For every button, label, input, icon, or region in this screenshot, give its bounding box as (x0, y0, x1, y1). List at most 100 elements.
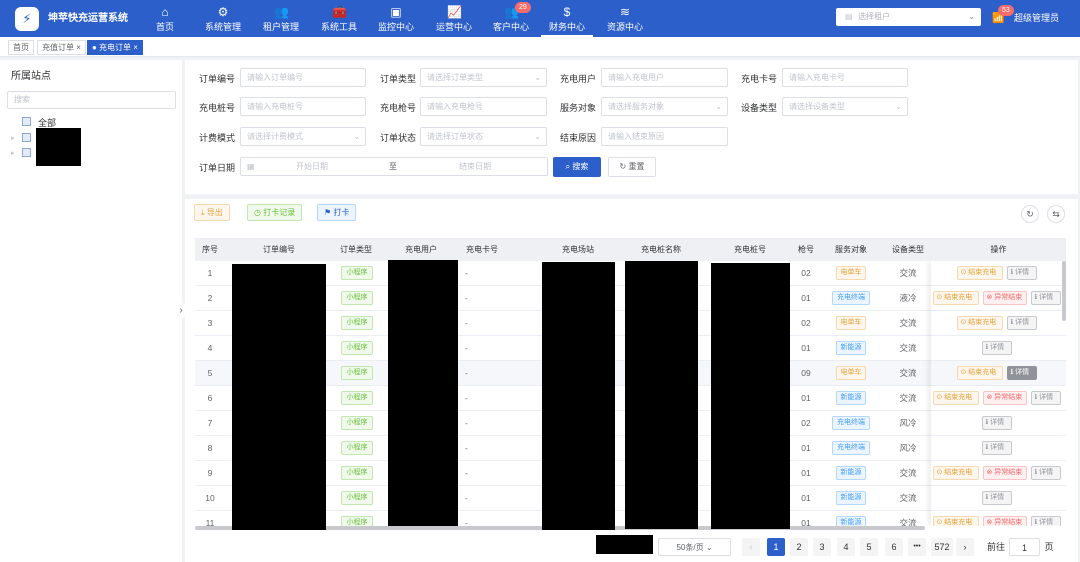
columns-toggle-icon[interactable]: ⇆ (1047, 205, 1065, 223)
next-page-button[interactable]: › (956, 538, 974, 556)
toolbox-icon: 🧰 (332, 5, 347, 19)
page-button[interactable]: 3 (813, 538, 831, 556)
card-no-cell: - (465, 368, 468, 378)
detail-button[interactable]: ℹ 详情 (1030, 466, 1061, 480)
building-icon (22, 117, 31, 126)
search-button-label: 搜索 (572, 162, 589, 171)
nav-item[interactable]: 👥 客户中心 29 (485, 0, 537, 37)
order-type-tag: 小程序 (341, 516, 373, 526)
goto-page-input[interactable]: 1 (1009, 538, 1040, 556)
detail-button[interactable]: ℹ 详情 (1006, 316, 1037, 330)
tree-expand-icon[interactable]: ▸ (11, 134, 15, 142)
nav-item-label: 系统工具 (320, 22, 357, 32)
card-no-cell: - (465, 493, 468, 503)
end-charging-button[interactable]: ⊙ 结束充电 (956, 316, 1003, 330)
service-tag: 电单车 (836, 316, 866, 330)
nav-item-label: 财务中心 (548, 22, 585, 32)
detail-button[interactable]: ℹ 详情 (981, 416, 1012, 430)
order-type-select[interactable]: 请选择订单类型 ⌄ (420, 68, 547, 87)
charging-user-input[interactable]: 请输入充电用户 (601, 68, 728, 87)
detail-button[interactable]: ℹ 详情 (1006, 366, 1037, 380)
home-icon: ⌂ (161, 5, 169, 19)
end-charging-button[interactable]: ⊙ 结束充电 (932, 466, 979, 480)
prev-page-button[interactable]: ‹ (742, 538, 760, 556)
nav-item[interactable]: 🧰 系统工具 (313, 0, 365, 37)
detail-button[interactable]: ℹ 详情 (1030, 516, 1061, 526)
order-type-tag: 小程序 (341, 316, 373, 330)
end-charging-button[interactable]: ⊙ 结束充电 (932, 516, 979, 526)
user-menu[interactable]: 超级管理员 (1014, 0, 1059, 37)
page-button[interactable]: 572 (931, 538, 953, 556)
page-button[interactable]: 1 (767, 538, 785, 556)
end-charging-button[interactable]: ⊙ 结束充电 (956, 266, 1003, 280)
page-button[interactable]: 6 (885, 538, 903, 556)
page-button[interactable]: 5 (860, 538, 878, 556)
redacted-column-station (542, 262, 615, 530)
gun-no-cell: 01 (801, 518, 811, 526)
tree-expand-icon[interactable]: ▸ (11, 149, 15, 157)
monitor-icon: ▣ (390, 5, 402, 19)
abnormal-end-button[interactable]: ⊗ 异常结束 (982, 291, 1027, 305)
detail-button[interactable]: ℹ 详情 (1030, 391, 1061, 405)
page-button[interactable]: 4 (837, 538, 855, 556)
end-charging-button[interactable]: ⊙ 结束充电 (956, 366, 1003, 380)
nav-item[interactable]: ≋ 资源中心 (599, 0, 651, 37)
tab-charging-orders[interactable]: ● 充电订单 × (87, 40, 143, 55)
chevron-down-icon: ⌄ (534, 73, 541, 82)
abnormal-end-button[interactable]: ⊗ 异常结束 (982, 466, 1027, 480)
column-header: 订单编号 (263, 245, 295, 254)
card-no-input[interactable]: 请输入充电卡号 (782, 68, 908, 87)
vertical-scrollbar[interactable] (1062, 261, 1066, 321)
filter-label: 结束原因 (560, 133, 597, 143)
end-reason-input[interactable]: 请输入结束原因 (601, 127, 728, 146)
service-select[interactable]: 请选择服务对象 ⌄ (601, 97, 728, 116)
pile-no-input[interactable]: 请输入充电桩号 (240, 97, 366, 116)
nav-item[interactable]: ⚙ 系统管理 (197, 0, 249, 37)
table-header: 序号 订单编号 订单类型 充电用户 充电卡号 充电场站 充电桩名称 充电桩号 枪… (195, 238, 1066, 261)
detail-button[interactable]: ℹ 详情 (981, 491, 1012, 505)
checkin-log-button[interactable]: ◷ 打卡记录 (247, 204, 303, 221)
export-button[interactable]: ⤓ 导出 (194, 204, 230, 221)
page-button[interactable]: 2 (790, 538, 808, 556)
end-charging-button[interactable]: ⊙ 结束充电 (932, 391, 979, 405)
row-index: 11 (205, 518, 215, 526)
abnormal-end-button[interactable]: ⊗ 异常结束 (982, 391, 1027, 405)
redacted-column-pile-name (625, 261, 698, 529)
end-charging-button[interactable]: ⊙ 结束充电 (932, 291, 979, 305)
date-range-picker[interactable]: ▦ 开始日期 至 结束日期 (240, 157, 548, 176)
search-button[interactable]: ⌕ 搜索 (553, 157, 601, 177)
more-pages-button[interactable]: ••• (908, 538, 926, 556)
sidebar-search-input[interactable]: 搜索 (7, 91, 176, 109)
order-status-select[interactable]: 请选择订单状态 ⌄ (420, 127, 547, 146)
flag-icon: ⚑ (324, 208, 334, 217)
top-navbar: ⚡ 坤苹快充运营系统 ⌂ 首页 ⚙ 系统管理 👥 租户管理 🧰 系统工具 ▣ 监控中心 📈 运营中心 👥… (0, 0, 1080, 37)
order-type-tag: 小程序 (341, 366, 373, 380)
gun-no-cell: 01 (801, 468, 811, 478)
nav-item[interactable]: 📈 运营中心 (428, 0, 480, 37)
device-type-select[interactable]: 请选择设备类型 ⌄ (782, 97, 908, 116)
nav-item[interactable]: ⌂ 首页 (147, 0, 183, 37)
detail-button[interactable]: ℹ 详情 (981, 441, 1012, 455)
row-index: 3 (207, 318, 213, 328)
refresh-icon[interactable]: ↻ (1021, 205, 1039, 223)
abnormal-end-button[interactable]: ⊗ 异常结束 (982, 516, 1027, 526)
nav-item-label: 监控中心 (377, 22, 414, 32)
nav-item[interactable]: $ 财务中心 (541, 0, 593, 37)
select-placeholder: 请选择订单类型 (427, 73, 483, 82)
checkin-button[interactable]: ⚑ 打卡 (317, 204, 357, 221)
order-no-input[interactable]: 请输入订单编号 (240, 68, 366, 87)
nav-item[interactable]: 👥 租户管理 (255, 0, 307, 37)
gun-no-input[interactable]: 请输入充电枪号 (420, 97, 547, 116)
filter-label: 充电枪号 (380, 103, 417, 113)
detail-button[interactable]: ℹ 详情 (1006, 266, 1037, 280)
detail-button[interactable]: ℹ 详情 (981, 341, 1012, 355)
nav-item[interactable]: ▣ 监控中心 (370, 0, 422, 37)
detail-button[interactable]: ℹ 详情 (1030, 291, 1061, 305)
column-header: 充电用户 (405, 245, 437, 254)
billing-mode-select[interactable]: 请选择计费模式 ⌄ (240, 127, 366, 146)
tab-recharge-orders[interactable]: 充值订单 × (37, 40, 86, 55)
tenant-select[interactable]: ▤ 选择租户 ⌄ (836, 8, 981, 26)
tab-home[interactable]: 首页 (8, 40, 34, 55)
reset-button[interactable]: ↻ 重置 (608, 157, 656, 177)
page-size-select[interactable]: 50条/页 ⌄ (658, 538, 731, 556)
